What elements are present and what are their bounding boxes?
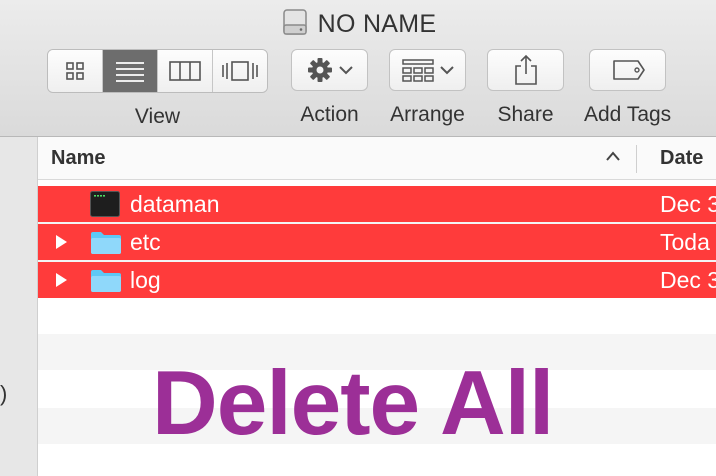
column-divider[interactable] [636,145,637,173]
tag-icon [612,60,645,80]
list-view-button[interactable] [103,50,158,92]
columns-icon [169,61,201,81]
arrange-button[interactable] [389,49,466,91]
action-group: Action [291,49,368,127]
sidebar[interactable]: ) [0,137,38,476]
folder-icon [90,267,122,298]
file-name: etc [130,229,161,255]
file-date: Dec 3 [660,267,716,293]
file-date: Toda [660,229,710,255]
gear-icon [307,58,332,82]
sidebar-item-label-fragment[interactable]: ) [0,381,7,407]
arrange-icon [401,59,434,82]
delete-all-caption: Delete All [152,353,554,454]
icon-view-button[interactable] [48,50,103,92]
cover-flow-icon [222,61,258,81]
add-tags-button[interactable] [589,49,667,91]
file-date: Dec 3 [660,191,716,217]
window-title-bar: NO NAME [0,7,716,41]
toolbar: NO NAME View Action Arrange Share Add Ta… [0,0,716,137]
column-header-date[interactable]: Date [660,147,703,170]
list-item[interactable]: etc Toda [38,224,716,260]
list-item[interactable]: log Dec 3 [38,262,716,298]
sort-ascending-icon[interactable] [604,147,622,167]
column-view-button[interactable] [158,50,213,92]
action-button[interactable] [291,49,368,91]
column-header-name[interactable]: Name [51,147,105,170]
share-group: Share [487,49,564,127]
window-title: NO NAME [317,9,437,38]
chevron-down-icon [439,66,454,75]
share-button[interactable] [487,49,564,91]
add-tags-label: Add Tags [584,103,672,126]
arrange-group: Arrange [389,49,466,127]
disclosure-triangle-icon[interactable] [54,234,68,250]
action-label: Action [300,103,359,126]
list-item[interactable]: dataman Dec 3 [38,186,716,222]
disclosure-triangle-icon[interactable] [54,272,68,288]
add-tags-group: Add Tags [584,49,671,127]
share-icon [514,54,537,85]
file-name: log [130,267,161,293]
file-name: dataman [130,191,220,217]
arrange-label: Arrange [390,103,465,126]
grid-icon [66,62,84,80]
terminal-icon [90,191,120,222]
cover-flow-view-button[interactable] [213,50,267,92]
view-label: View [134,105,181,128]
list-icon [116,62,144,82]
share-label: Share [497,103,554,126]
disk-icon [280,7,310,42]
folder-icon [90,229,122,260]
chevron-down-icon [338,66,353,75]
view-group: View [47,49,268,129]
column-header-bar: Name Date [38,137,716,180]
view-mode-segmented-control[interactable] [47,49,268,93]
